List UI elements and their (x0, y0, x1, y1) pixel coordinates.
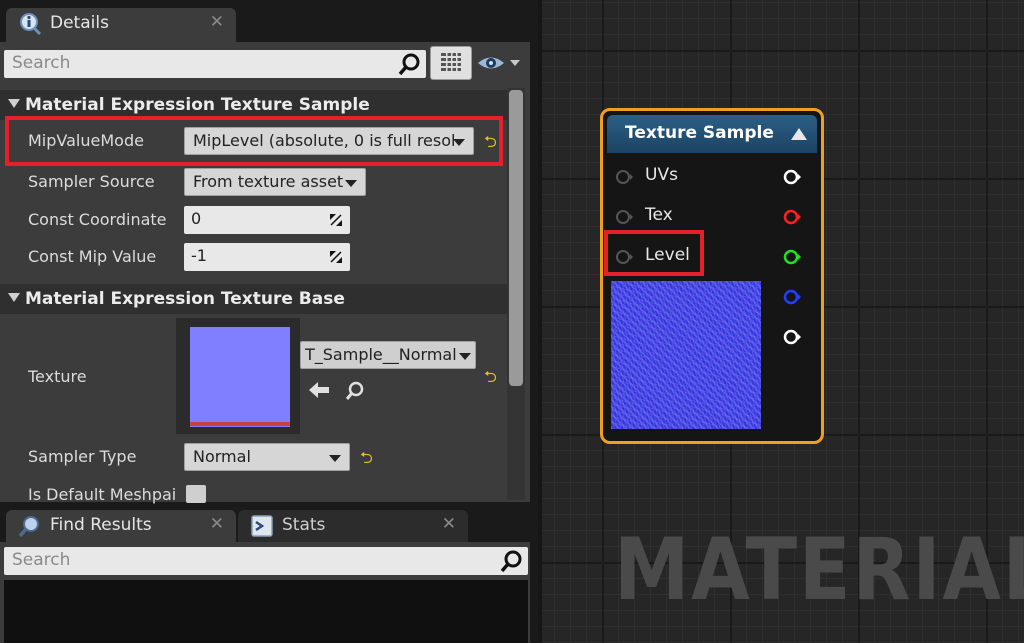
spin-arrows-icon (330, 251, 342, 263)
texture-asset-value: T_Sample__Normal (305, 345, 457, 364)
node-header[interactable]: Texture Sample (607, 115, 817, 153)
collapse-arrow-icon (8, 293, 20, 302)
const-coordinate-field[interactable]: 0 (184, 206, 350, 234)
chevron-down-icon (345, 180, 357, 187)
graph-watermark: MATERIAL (614, 520, 1024, 620)
tab-find-results[interactable]: Find Results ✕ (6, 510, 236, 544)
close-icon[interactable]: ✕ (210, 514, 224, 534)
browse-search-icon[interactable] (344, 380, 366, 402)
search-placeholder: Search (12, 550, 71, 570)
view-options-button[interactable] (476, 50, 526, 76)
output-pin-g-icon[interactable] (783, 248, 801, 266)
output-pin-rgb-icon[interactable] (783, 168, 801, 186)
const-coordinate-value: 0 (191, 209, 202, 228)
magnifier-icon (18, 516, 39, 538)
search-placeholder: Search (12, 53, 71, 73)
use-selected-arrow-icon[interactable] (308, 380, 330, 400)
sampler-source-dropdown[interactable]: From texture asset (184, 168, 366, 196)
input-pin-uvs-icon[interactable] (615, 168, 633, 186)
sampler-type-dropdown[interactable]: Normal (184, 443, 350, 471)
texture-preview (611, 281, 761, 429)
label-const-coordinate: Const Coordinate (28, 210, 167, 229)
left-panel: Details ✕ Search Material Expression Tex… (0, 0, 538, 643)
category-texture-base[interactable]: Material Expression Texture Base (0, 284, 508, 314)
stats-icon (251, 515, 273, 537)
label-const-mip-value: Const Mip Value (28, 247, 157, 266)
sampler-type-value: Normal (193, 447, 251, 466)
tab-details-label: Details (50, 13, 109, 33)
texture-thumbnail-underline (190, 422, 290, 426)
reset-arrow-icon[interactable]: ⮌ (484, 366, 497, 393)
category-title: Material Expression Texture Base (25, 289, 345, 309)
bottom-tabbar: Find Results ✕ Stats ✕ (0, 504, 538, 544)
find-search-input[interactable]: Search (4, 547, 528, 575)
default-meshpaint-checkbox[interactable] (186, 485, 206, 503)
sampler-source-value: From texture asset (193, 172, 344, 191)
texture-sample-node[interactable]: Texture Sample UVs Tex Level (600, 108, 824, 444)
reset-arrow-icon[interactable]: ⮌ (360, 447, 373, 474)
collapse-arrow-icon (8, 99, 20, 108)
category-title: Material Expression Texture Sample (25, 95, 370, 115)
tab-stats-label: Stats (282, 515, 326, 535)
label-sampler-source: Sampler Source (28, 172, 155, 191)
details-scrollbar-thumb[interactable] (509, 90, 523, 386)
tab-details[interactable]: Details ✕ (6, 8, 236, 42)
app-root: Details ✕ Search Material Expression Tex… (0, 0, 1024, 643)
tab-stats[interactable]: Stats ✕ (238, 510, 468, 544)
close-icon[interactable]: ✕ (210, 12, 224, 32)
output-pin-b-icon[interactable] (783, 288, 801, 306)
spin-arrows-icon (330, 214, 342, 226)
property-matrix-button[interactable] (430, 46, 472, 80)
const-mip-value: -1 (191, 246, 207, 265)
eye-icon (478, 57, 520, 69)
search-icon[interactable] (398, 52, 422, 76)
search-icon[interactable] (500, 549, 524, 573)
label-sampler-type: Sampler Type (28, 447, 137, 466)
find-results-list (4, 580, 528, 643)
label-default-meshpaint: Is Default Meshpai (28, 485, 177, 504)
const-mip-value-field[interactable]: -1 (184, 243, 350, 271)
texture-thumbnail[interactable] (190, 327, 290, 427)
grid-icon (441, 53, 461, 71)
output-pin-r-icon[interactable] (783, 208, 801, 226)
input-label-tex: Tex (645, 205, 673, 225)
texture-asset-dropdown[interactable]: T_Sample__Normal (300, 341, 476, 369)
input-pin-tex-icon[interactable] (615, 208, 633, 226)
node-title: Texture Sample (625, 123, 774, 143)
tab-find-results-label: Find Results (50, 515, 152, 535)
collapse-triangle-icon[interactable] (791, 128, 807, 140)
close-icon[interactable]: ✕ (442, 514, 456, 534)
info-icon (20, 13, 42, 36)
label-texture: Texture (28, 367, 87, 386)
highlight-box-level (604, 230, 704, 276)
chevron-down-icon (329, 455, 341, 462)
details-tabbar: Details ✕ (0, 0, 538, 42)
highlight-box-mipvaluemode (5, 116, 503, 166)
details-search-input[interactable]: Search (4, 50, 426, 78)
input-label-uvs: UVs (645, 165, 678, 185)
output-pin-a-icon[interactable] (783, 328, 801, 346)
chevron-down-icon (459, 353, 471, 360)
